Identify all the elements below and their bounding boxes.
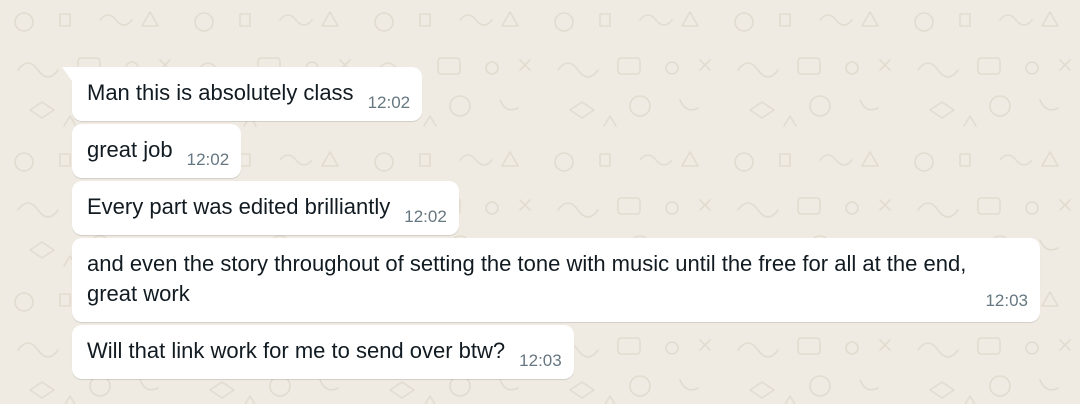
- message-bubble[interactable]: Will that link work for me to send over …: [72, 325, 574, 379]
- message-timestamp: 12:03: [985, 291, 1028, 310]
- message-text: Will that link work for me to send over …: [87, 338, 506, 363]
- chat-message-list: Man this is absolutely class 12:02 great …: [0, 0, 1080, 404]
- message-text: Every part was edited brilliantly: [87, 194, 391, 219]
- bubble-tail: [62, 67, 72, 81]
- message-timestamp: 12:03: [519, 351, 562, 370]
- message-timestamp: 12:02: [404, 207, 447, 226]
- message-text: Man this is absolutely class: [87, 80, 354, 105]
- message-bubble[interactable]: great job 12:02: [72, 124, 242, 178]
- message-text: great job: [87, 137, 173, 162]
- message-timestamp: 12:02: [186, 150, 230, 169]
- message-text: and even the story throughout of setting…: [87, 251, 967, 306]
- message-timestamp: 12:02: [367, 93, 411, 112]
- message-bubble[interactable]: Man this is absolutely class 12:02: [62, 67, 423, 121]
- message-bubble[interactable]: Every part was edited brilliantly 12:02: [72, 181, 459, 235]
- message-bubble[interactable]: and even the story throughout of setting…: [72, 238, 1040, 322]
